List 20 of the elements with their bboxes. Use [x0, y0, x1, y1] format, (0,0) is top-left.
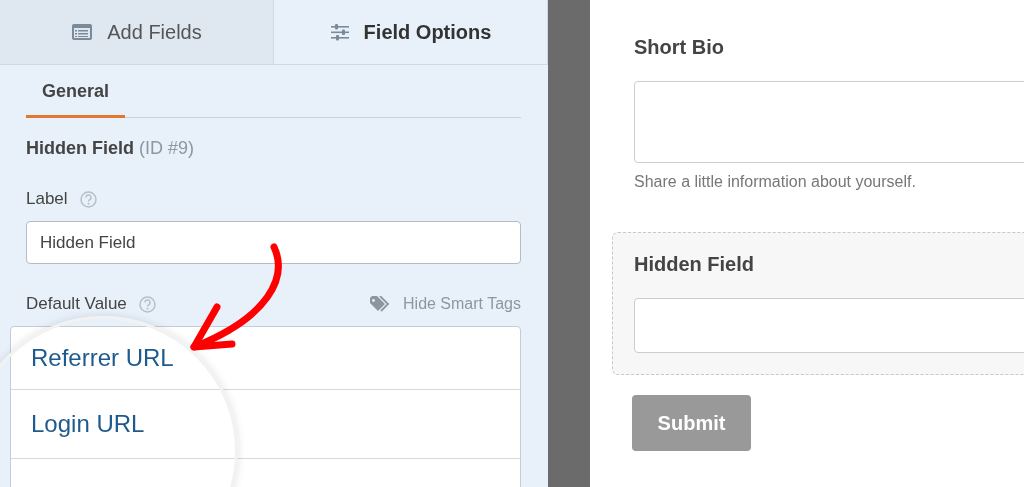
- panel-tab[interactable]: Add Fields: [0, 0, 274, 64]
- text-input[interactable]: [634, 298, 1024, 353]
- form-field[interactable]: Short Bio Share a little information about yourself.: [612, 35, 1024, 192]
- text-area[interactable]: [634, 81, 1024, 163]
- label-input[interactable]: Hidden Field: [26, 221, 521, 264]
- general-tab[interactable]: General: [26, 77, 126, 118]
- field-description: Share a little information about yourself.: [634, 173, 917, 191]
- help-icon[interactable]: [138, 295, 156, 313]
- field-label: Hidden Field: [634, 253, 755, 276]
- help-icon[interactable]: [79, 190, 97, 208]
- label-caption: Label: [26, 189, 68, 209]
- field-label: Short Bio: [634, 36, 725, 59]
- field-title: Hidden Field (ID #9): [26, 138, 196, 159]
- smart-tag-link[interactable]: Referrer URL: [31, 344, 174, 372]
- list-icon: [71, 23, 94, 41]
- default-value-caption: Default Value: [26, 294, 127, 314]
- smart-tag-link[interactable]: Login URL: [31, 410, 145, 438]
- form-field[interactable]: Hidden Field: [612, 232, 1024, 375]
- tags-icon: [369, 295, 391, 313]
- sliders-icon: [329, 23, 350, 41]
